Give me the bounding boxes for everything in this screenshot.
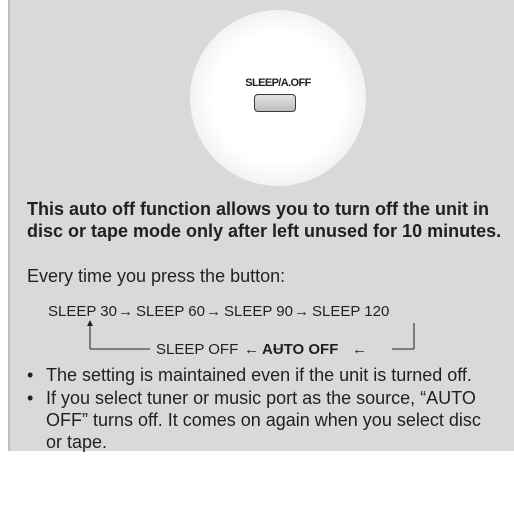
auto-off-label: AUTO OFF	[262, 341, 338, 356]
notes-list: • The setting is maintained even if the …	[27, 364, 497, 454]
bullet-icon: •	[27, 365, 34, 385]
arrow-left-icon: ←	[244, 341, 259, 356]
sleep-auto-off-button[interactable]	[254, 94, 296, 112]
arrow-right-icon: →	[118, 303, 133, 320]
list-item: • If you select tuner or music port as t…	[27, 387, 497, 453]
arrow-up-icon	[87, 320, 93, 326]
list-item: • The setting is maintained even if the …	[27, 364, 497, 386]
sleep-120-label: SLEEP 120	[312, 303, 389, 320]
button-spotlight: SLEEP/A.OFF	[190, 10, 366, 186]
function-description: This auto off function allows you to tur…	[27, 199, 502, 241]
instruction-lead: Every time you press the button:	[27, 266, 286, 286]
manual-page: SLEEP/A.OFF This auto off function allow…	[0, 0, 514, 515]
sleep-30-label: SLEEP 30	[48, 303, 117, 320]
button-label: SLEEP/A.OFF	[245, 77, 311, 89]
arrow-right-icon: →	[206, 303, 221, 320]
sleep-60-label: SLEEP 60	[136, 303, 205, 320]
sleep-off-label: SLEEP OFF	[156, 341, 238, 356]
sleep-cycle-svg: SLEEP 30 → SLEEP 60 → SLEEP 90 → SLEEP 1…	[48, 303, 415, 356]
note-text: The setting is maintained even if the un…	[46, 365, 472, 385]
bullet-icon: •	[27, 388, 34, 408]
sleep-cycle-diagram: SLEEP 30 → SLEEP 60 → SLEEP 90 → SLEEP 1…	[0, 296, 514, 356]
arrow-right-icon: →	[294, 303, 309, 320]
arrow-left-icon: ←	[352, 341, 367, 356]
note-text: If you select tuner or music port as the…	[46, 388, 481, 452]
sleep-90-label: SLEEP 90	[224, 303, 293, 320]
